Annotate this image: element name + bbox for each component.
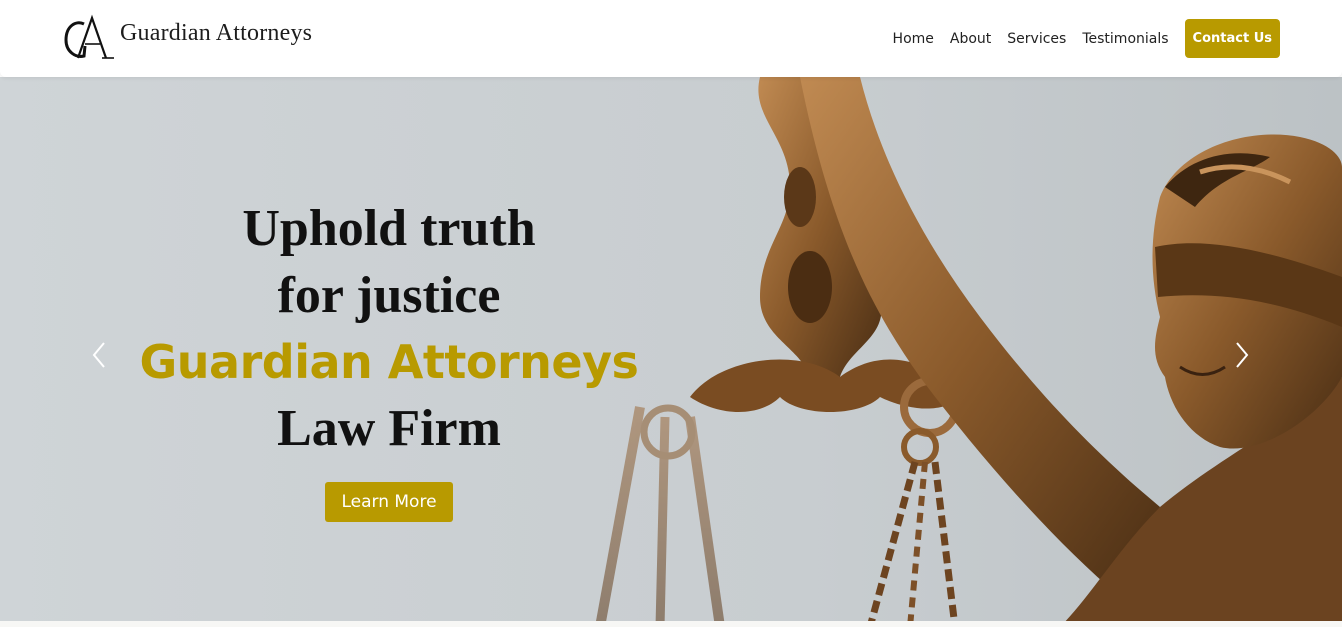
hero-carousel: Uphold truth for justice Guardian Attorn… xyxy=(0,77,1342,627)
ga-monogram-logo xyxy=(64,14,114,59)
brand-name: Guardian Attorneys xyxy=(120,19,313,46)
nav-about[interactable]: About xyxy=(950,31,991,47)
hero-headline-line-1: Uphold truth xyxy=(242,200,536,257)
nav-testimonials[interactable]: Testimonials xyxy=(1082,31,1168,47)
hero-headline-line-4: Law Firm xyxy=(277,400,501,457)
hero-brand-line: Guardian Attorneys xyxy=(139,335,639,389)
hero-headline-line-2: for justice xyxy=(277,267,501,324)
nav-services[interactable]: Services xyxy=(1007,31,1066,47)
top-navbar: Guardian Attorneys Home About Services T… xyxy=(0,0,1342,77)
site-logo[interactable]: Guardian Attorneys xyxy=(62,12,312,62)
contact-us-button[interactable]: Contact Us xyxy=(1184,19,1280,58)
chevron-right-icon[interactable] xyxy=(1231,339,1253,371)
learn-more-button[interactable]: Learn More xyxy=(325,482,453,522)
main-nav: Home About Services Testimonials Contact… xyxy=(893,19,1280,58)
nav-home[interactable]: Home xyxy=(893,31,934,47)
hero-text: Uphold truth for justice Guardian Attorn… xyxy=(104,195,674,522)
page-bottom-edge xyxy=(0,621,1342,627)
